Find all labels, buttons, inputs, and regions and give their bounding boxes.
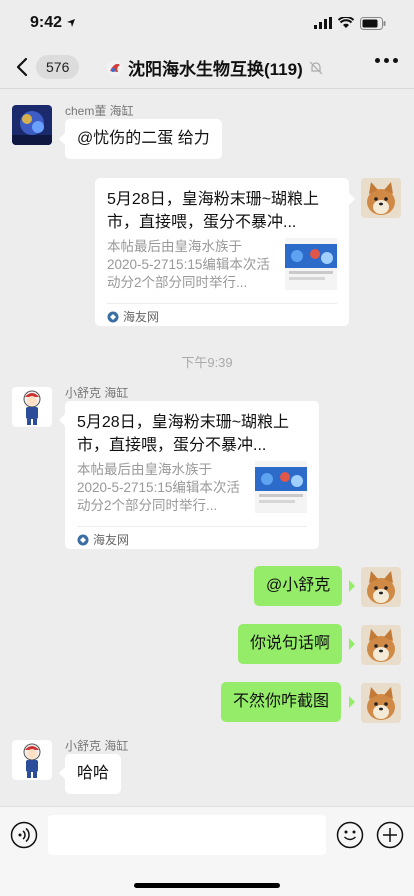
group-avatar-icon: [107, 59, 123, 76]
bubble-tail: [349, 193, 355, 205]
shiba-avatar-image: [361, 625, 401, 665]
sender-name: 小舒克 海缸: [65, 739, 129, 753]
pilot-avatar-image: [12, 387, 52, 427]
mute-icon: [309, 61, 323, 74]
sender-name: 小舒克 海缸: [65, 386, 129, 400]
battery-icon: [360, 16, 386, 30]
link-source-label: 海友网: [123, 310, 160, 324]
unread-count-badge: 576: [36, 55, 80, 79]
message-bubble[interactable]: 不然你咋截图: [221, 682, 342, 722]
voice-icon[interactable]: [10, 821, 38, 849]
message-input[interactable]: [48, 815, 326, 855]
link-divider: [107, 303, 337, 304]
bubble-tail: [349, 638, 355, 650]
link-source-icon: [107, 311, 119, 322]
sender-name: chem董 海缸: [65, 104, 134, 118]
avatar-self[interactable]: [361, 683, 401, 723]
shiba-avatar-image: [361, 178, 401, 218]
message-bubble[interactable]: @小舒克: [254, 566, 343, 606]
link-title: 5月28日，皇海粉末珊~瑚粮上市，直接喂，蛋分不暴冲...: [107, 191, 320, 231]
shiba-avatar-image: [361, 683, 401, 723]
link-description: 本帖最后由皇海水族于2020-5-2715:15编辑本次活动分2个部分同时举行.…: [107, 239, 270, 290]
input-bar: [0, 806, 414, 896]
status-time-group: 9:42: [30, 14, 76, 32]
bubble-tail: [349, 696, 355, 708]
home-indicator[interactable]: [134, 883, 280, 888]
bubble-tail: [349, 580, 355, 592]
avatar-image: [12, 105, 52, 145]
link-source-icon: [77, 534, 89, 545]
link-divider: [77, 526, 307, 527]
header-divider: [0, 88, 414, 89]
link-card[interactable]: 5月28日，皇海粉末珊~瑚粮上市，直接喂，蛋分不暴冲... 本帖最后由皇海水族于…: [95, 178, 349, 326]
link-source-label: 海友网: [93, 533, 130, 547]
location-arrow-icon: [67, 19, 76, 27]
chat-header: 576 沈阳海水生物互换(119): [0, 46, 414, 88]
link-description: 本帖最后由皇海水族于2020-5-2715:15编辑本次活动分2个部分同时举行.…: [77, 462, 240, 513]
more-button[interactable]: [375, 58, 398, 63]
avatar-self[interactable]: [361, 178, 401, 218]
chat-title: 沈阳海水生物互换(119): [128, 60, 303, 79]
more-icon-dot: [384, 58, 389, 63]
more-icon-dot: [375, 58, 380, 63]
avatar-self[interactable]: [361, 567, 401, 607]
message-bubble[interactable]: @忧伤的二蛋 给力: [65, 119, 222, 159]
avatar-chem[interactable]: [12, 105, 52, 145]
link-card[interactable]: 5月28日，皇海粉末珊~瑚粮上市，直接喂，蛋分不暴冲... 本帖最后由皇海水族于…: [65, 401, 319, 549]
chevron-left-icon: [16, 57, 28, 77]
link-source: 海友网: [107, 308, 159, 325]
link-title: 5月28日，皇海粉末珊~瑚粮上市，直接喂，蛋分不暴冲...: [77, 414, 290, 454]
status-time: 9:42: [30, 14, 63, 31]
message-bubble[interactable]: 哈哈: [65, 754, 122, 794]
status-bar: 9:42: [0, 0, 414, 46]
avatar-xiaoshuke[interactable]: [12, 387, 52, 427]
chat-timestamp: 下午9:39: [181, 355, 233, 370]
pilot-avatar-image: [12, 740, 52, 780]
shiba-avatar-image: [361, 567, 401, 607]
link-thumbnail: [255, 461, 307, 513]
emoji-icon[interactable]: [336, 821, 364, 849]
chat-title-group[interactable]: 沈阳海水生物互换(119): [106, 55, 323, 80]
status-icons: [314, 16, 386, 30]
more-icon-dot: [393, 58, 398, 63]
back-button[interactable]: 576: [14, 52, 80, 82]
avatar-xiaoshuke[interactable]: [12, 740, 52, 780]
link-thumbnail: [285, 238, 337, 290]
wifi-icon: [338, 17, 354, 28]
message-bubble[interactable]: 你说句话啊: [238, 624, 343, 664]
avatar-self[interactable]: [361, 625, 401, 665]
signal-icon: [314, 17, 332, 29]
link-source: 海友网: [77, 531, 129, 548]
plus-icon[interactable]: [376, 821, 404, 849]
